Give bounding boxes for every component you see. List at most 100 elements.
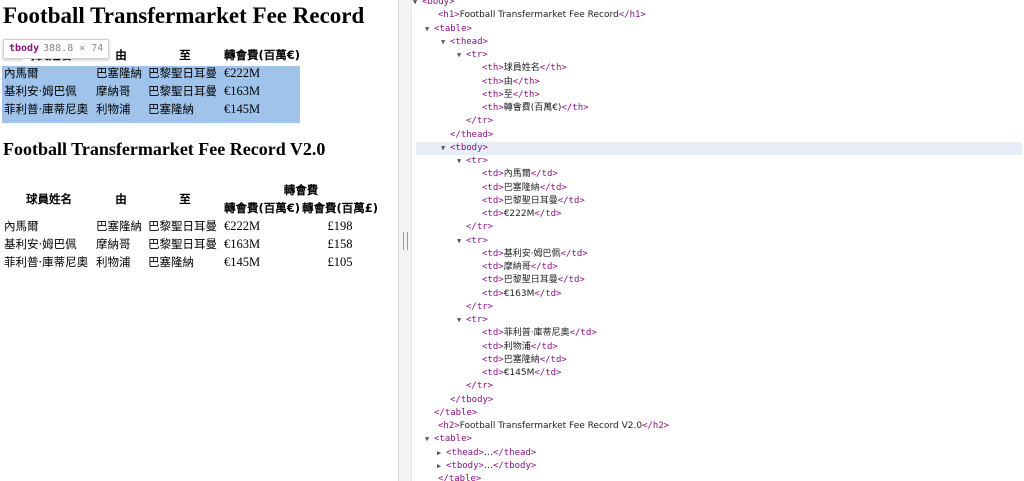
dom-node-line[interactable]: <td>€163M</td> [473, 288, 561, 301]
splitter-grip-icon[interactable] [403, 232, 408, 250]
dom-node-line[interactable]: ▼ <tr> [457, 49, 488, 62]
dom-node-line[interactable]: <h2>Football Transfermarket Fee Record V… [429, 420, 669, 433]
dom-node-line[interactable]: <td>內馬爾</td> [473, 168, 558, 181]
table1-cell: 巴塞隆納 [148, 102, 194, 116]
table1-cell: 基利安·姆巴佩 [4, 84, 77, 98]
dom-node-line[interactable]: <td>摩納哥</td> [473, 261, 558, 274]
dom-node-line[interactable]: <th>由</th> [473, 76, 540, 89]
table2-cell: 基利安·姆巴佩 [4, 237, 77, 251]
table1-cell: €163M [224, 84, 261, 98]
dom-node-line[interactable]: ▶ <thead>…</thead> [437, 447, 536, 460]
table1-cell: 內馬爾 [4, 66, 39, 80]
expand-triangle-icon[interactable]: ▶ [437, 460, 446, 473]
dom-node-line[interactable]: ▼ <thead> [441, 36, 488, 49]
dom-node-line[interactable]: <td>€222M</td> [473, 208, 561, 221]
table-row: 基利安·姆巴佩 摩納哥 巴黎聖日耳曼 €163M [4, 83, 300, 99]
table-row: 內馬爾 巴塞隆納 巴黎聖日耳曼 €222M [4, 65, 300, 81]
collapse-triangle-icon[interactable]: ▼ [441, 142, 450, 155]
dom-node-line[interactable]: </tr> [457, 380, 493, 393]
collapse-triangle-icon[interactable]: ▼ [441, 36, 450, 49]
table1-cell: 巴黎聖日耳曼 [148, 66, 217, 80]
table2-tbody: 內馬爾 巴塞隆納 巴黎聖日耳曼 €222M £198 基利安·姆巴佩 摩納哥 巴… [4, 218, 378, 270]
table2-cell: €222M [224, 219, 261, 233]
table1-cell: €222M [224, 66, 261, 80]
collapse-triangle-icon[interactable]: ▼ [457, 155, 466, 168]
table1-cell: 巴塞隆納 [96, 66, 142, 80]
dom-node-line[interactable]: ▼ <body> [413, 0, 455, 9]
dom-node-line[interactable]: ▼ <table> [425, 433, 472, 446]
table2-thead: 球員姓名 由 至 轉會費 轉會費(百萬€) 轉會費(百萬£) [4, 182, 378, 216]
dom-node-line[interactable]: <td>菲利普·庫蒂尼奧</td> [473, 327, 597, 340]
expand-triangle-icon[interactable]: ▶ [437, 447, 446, 460]
dom-node-line[interactable]: <th>球員姓名</th> [473, 62, 567, 75]
table2-header-row-top: 球員姓名 由 至 轉會費 [4, 182, 378, 206]
collapse-triangle-icon[interactable]: ▼ [413, 0, 422, 9]
dom-node-line[interactable]: <td>基利安·姆巴佩</td> [473, 248, 588, 261]
table1-cell: 利物浦 [96, 102, 131, 116]
table2-cell: 利物浦 [96, 255, 131, 269]
table2-cell: 巴塞隆納 [96, 219, 142, 233]
table2-header-to: 至 [179, 192, 191, 206]
table1-tbody: 內馬爾 巴塞隆納 巴黎聖日耳曼 €222M 基利安·姆巴佩 摩納哥 巴黎聖日耳曼… [4, 65, 300, 117]
table-row: 菲利普·庫蒂尼奧 利物浦 巴塞隆納 €145M £105 [4, 254, 378, 270]
dom-node-line[interactable]: </tbody> [441, 394, 493, 407]
table2-cell: £158 [327, 237, 353, 251]
table2-cell: 巴塞隆納 [148, 255, 194, 269]
dom-node-line[interactable]: <td>巴塞隆納</td> [473, 354, 567, 367]
collapse-triangle-icon[interactable]: ▼ [457, 314, 466, 327]
page-h1: Football Transfermarket Fee Record [3, 3, 365, 28]
table1-header-to: 至 [179, 48, 191, 62]
table-row: 菲利普·庫蒂尼奧 利物浦 巴塞隆納 €145M [4, 101, 300, 117]
element-inspector-tooltip: tbody 388.8 × 74 [3, 39, 110, 64]
dom-node-line[interactable]: ▼ <tr> [457, 314, 488, 327]
table2-header-fee-gbp: 轉會費(百萬£) [302, 201, 379, 215]
dom-node-line[interactable]: ▼ <tr> [457, 235, 488, 248]
collapse-triangle-icon[interactable]: ▼ [457, 235, 466, 248]
dom-node-line[interactable]: </tr> [457, 115, 493, 128]
dom-node-line[interactable]: <th>至</th> [473, 89, 540, 102]
table2-cell: €163M [224, 237, 261, 251]
table1-cell: 摩納哥 [96, 84, 131, 98]
dom-node-line[interactable]: </tr> [457, 301, 493, 314]
dom-node-line[interactable]: </tr> [457, 221, 493, 234]
dom-node-line[interactable]: <td>巴黎聖日耳曼</td> [473, 274, 585, 287]
table2-cell: 巴黎聖日耳曼 [148, 219, 217, 233]
table-row: 基利安·姆巴佩 摩納哥 巴黎聖日耳曼 €163M £158 [4, 236, 378, 252]
collapse-triangle-icon[interactable]: ▼ [425, 23, 434, 36]
table2-cell: 摩納哥 [96, 237, 131, 251]
table1-cell: 菲利普·庫蒂尼奧 [4, 102, 89, 116]
dom-node-line[interactable]: <td>巴塞隆納</td> [473, 182, 567, 195]
dom-node-line[interactable]: </table> [429, 473, 481, 481]
dom-node-line[interactable]: <td>利物浦</td> [473, 341, 558, 354]
table1-cell: €145M [224, 102, 261, 116]
table2-cell: 巴黎聖日耳曼 [148, 237, 217, 251]
collapse-triangle-icon[interactable]: ▼ [425, 433, 434, 446]
dom-node-line[interactable]: <th>轉會費(百萬€)</th> [473, 102, 589, 115]
table2-header-player: 球員姓名 [26, 192, 72, 206]
collapse-triangle-icon[interactable]: ▼ [457, 49, 466, 62]
table2-cell: 內馬爾 [4, 219, 39, 233]
devtools-elements-tree[interactable]: ▼ <body> <h1>Football Transfermarket Fee R… [412, 0, 1024, 481]
dom-node-selected-tbody[interactable]: ▼ <tbody> [416, 141, 1022, 155]
dom-node-line[interactable]: ▼ <table> [425, 23, 472, 36]
table2-cell: £198 [327, 219, 353, 233]
page-h2: Football Transfermarket Fee Record V2.0 [3, 139, 326, 159]
dom-node-line[interactable]: </table> [425, 407, 477, 420]
table1-header-fee: 轉會費(百萬€) [224, 48, 301, 62]
dom-node-line[interactable]: <h1>Football Transfermarket Fee Record</… [429, 9, 646, 22]
tooltip-tag: tbody [9, 43, 40, 54]
tooltip-dimensions: 388.8 × 74 [43, 43, 104, 54]
dom-node-line[interactable]: ▼ <tr> [457, 155, 488, 168]
table2-cell: £105 [327, 255, 353, 269]
panel-splitter[interactable] [398, 0, 412, 481]
dom-node-line[interactable]: <td>巴黎聖日耳曼</td> [473, 195, 585, 208]
dom-node-line[interactable]: ▶ <tbody>…</tbody> [437, 460, 536, 473]
rendered-page: Football Transfermarket Fee Record 球員姓名 … [0, 0, 398, 481]
table2-cell: 菲利普·庫蒂尼奧 [4, 255, 89, 269]
fee-table-2: 球員姓名 由 至 轉會費 轉會費(百萬€) 轉會費(百萬£) 內馬爾 巴塞隆納 … [2, 180, 380, 272]
dom-node-line[interactable]: <td>€145M</td> [473, 367, 561, 380]
table2-header-fee-eur: 轉會費(百萬€) [224, 201, 301, 215]
dom-node-line[interactable]: </thead> [441, 129, 493, 142]
table-row: 內馬爾 巴塞隆納 巴黎聖日耳曼 €222M £198 [4, 218, 378, 234]
table2-header-fee-group: 轉會費 [283, 183, 319, 197]
